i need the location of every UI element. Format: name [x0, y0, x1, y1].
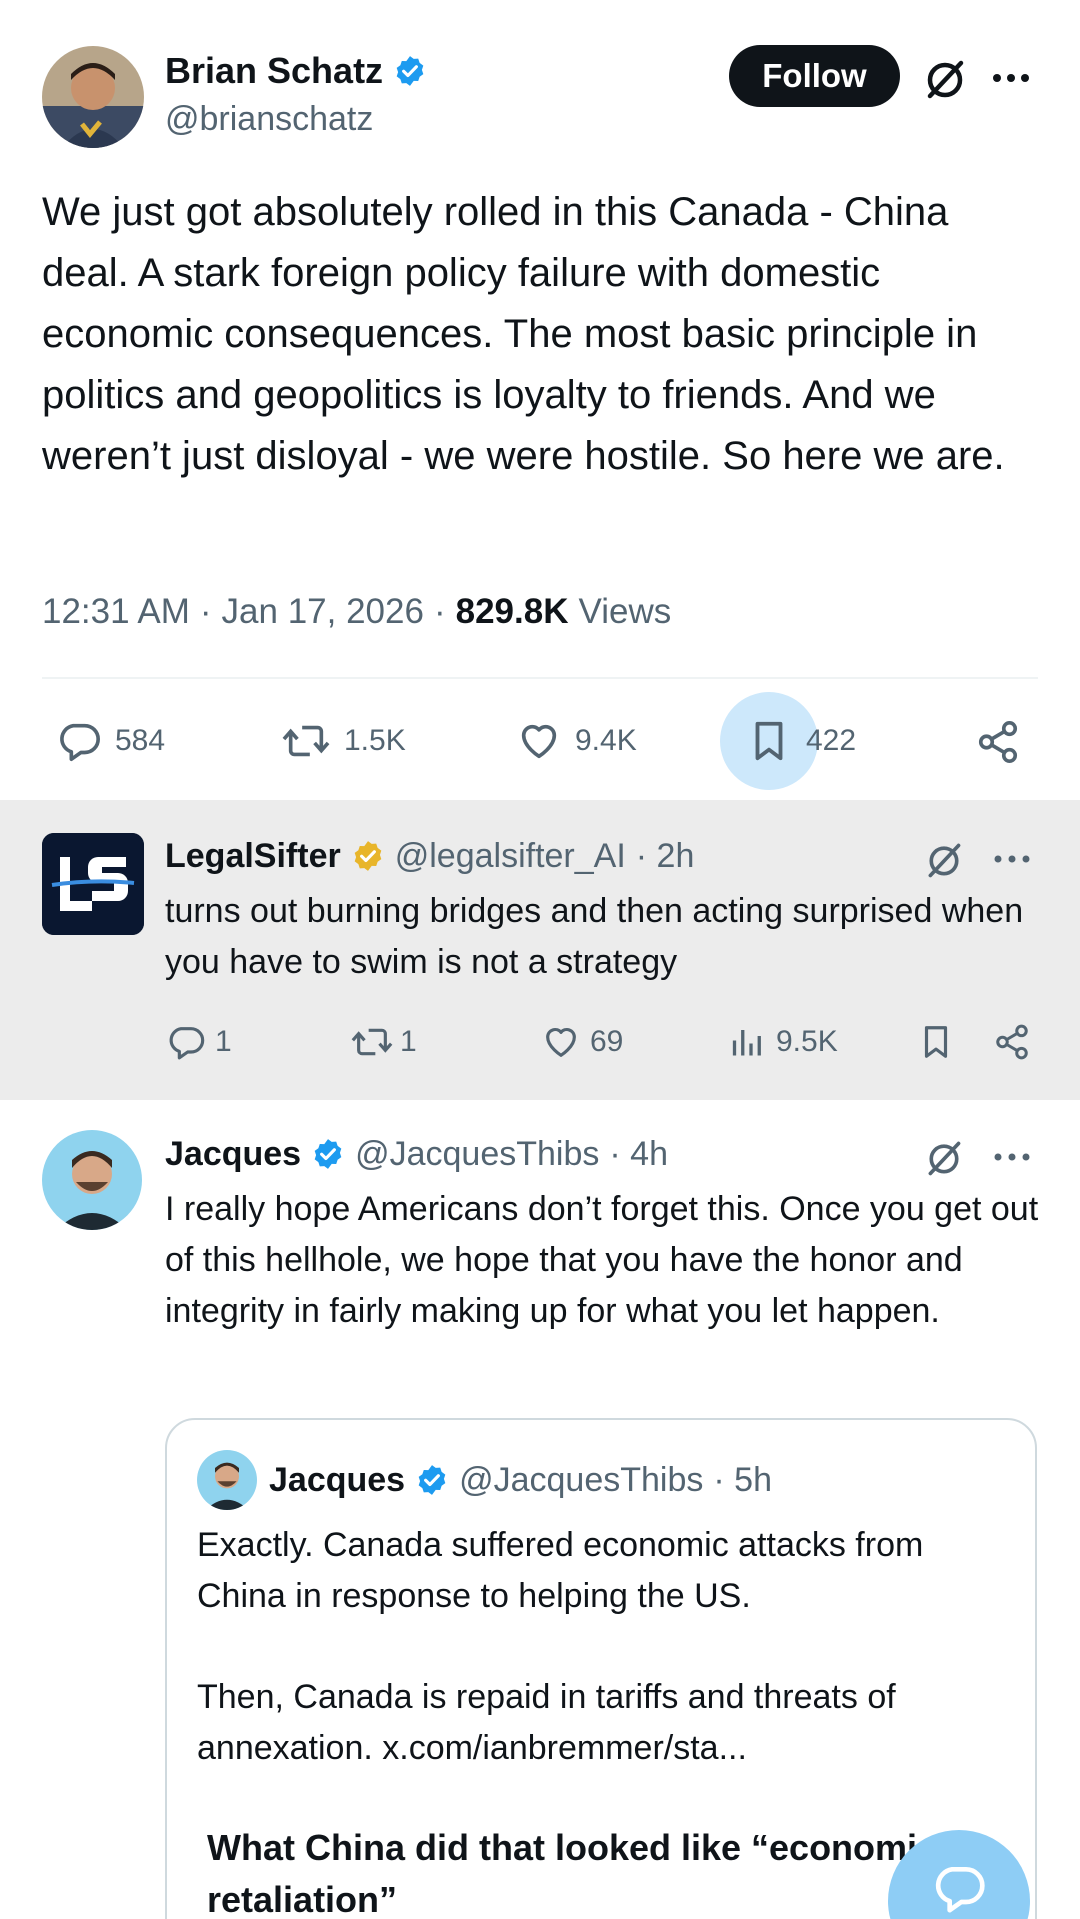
more-options-icon[interactable] — [992, 1142, 1032, 1172]
verified-badge-icon — [418, 1465, 446, 1495]
avatar[interactable] — [42, 1130, 142, 1230]
repost-count: 1 — [400, 1025, 417, 1058]
reply-header: LegalSifter @legalsifter_AI · 2h — [165, 834, 694, 878]
brian-schatz-avatar-image — [42, 46, 144, 148]
quoted-post[interactable]: Jacques @JacquesThibs · 5h Exactly. Cana… — [165, 1418, 1037, 1919]
views-action[interactable]: 9.5K — [730, 1020, 838, 1064]
heart-icon — [521, 724, 557, 759]
quoted-text-paragraph: Exactly. Canada suffered economic attack… — [197, 1526, 924, 1615]
like-action[interactable]: 9.4K — [515, 716, 637, 766]
reply-author-name[interactable]: Jacques — [165, 1135, 301, 1174]
avatar[interactable] — [42, 833, 144, 935]
post-date: Jan 17, 2026 — [221, 592, 424, 631]
reply-text: I really hope Americans don’t forget thi… — [165, 1190, 1039, 1330]
like-action[interactable]: 69 — [540, 1020, 623, 1064]
reply-icon — [60, 723, 100, 762]
avatar[interactable] — [42, 46, 144, 148]
legalsifter-logo-icon — [42, 833, 144, 935]
grok-icon[interactable] — [922, 838, 966, 882]
author-row: Brian Schatz — [165, 48, 427, 94]
post-time: 12:31 AM — [42, 592, 190, 631]
follow-button[interactable]: Follow — [729, 45, 900, 107]
reply-text: turns out burning bridges and then actin… — [165, 892, 1024, 981]
jacques-avatar-image — [197, 1450, 257, 1510]
author-name[interactable]: Brian Schatz — [165, 50, 383, 92]
jacques-avatar-image — [42, 1130, 142, 1230]
reply-legalsifter[interactable]: LegalSifter @legalsifter_AI · 2h turns o… — [0, 800, 1080, 1100]
main-post: Brian Schatz @brianschatz Follow We just… — [0, 0, 1080, 800]
grok-icon[interactable] — [922, 1136, 966, 1180]
analytics-icon — [732, 1030, 761, 1056]
more-options-icon[interactable] — [990, 60, 1032, 96]
grok-icon[interactable] — [922, 56, 968, 102]
verified-badge-icon — [314, 1139, 342, 1169]
quoted-author-name: Jacques — [269, 1460, 406, 1499]
views-label: Views — [578, 592, 672, 631]
quoted-avatar — [197, 1450, 257, 1510]
reply-author-name[interactable]: LegalSifter — [165, 837, 341, 876]
reply-time: · 4h — [609, 1134, 668, 1173]
bookmark-action[interactable]: 422 — [746, 716, 856, 766]
post-text: We just got absolutely rolled in this Ca… — [42, 190, 1005, 478]
more-options-icon[interactable] — [992, 844, 1032, 874]
author-handle[interactable]: @brianschatz — [165, 100, 373, 139]
reply-bubble-icon — [935, 1867, 985, 1913]
meta-separator: · — [433, 592, 446, 631]
like-count: 9.4K — [575, 724, 637, 757]
share-icon[interactable] — [992, 1022, 1032, 1062]
repost-action[interactable]: 1 — [350, 1020, 417, 1064]
bookmark-icon[interactable] — [916, 1022, 956, 1062]
quoted-heading: What China did that looked like “economi… — [207, 1827, 938, 1919]
meta-separator: · — [199, 592, 212, 631]
reply-action[interactable]: 584 — [55, 716, 165, 766]
verified-badge-icon — [396, 56, 424, 86]
views-count: 9.5K — [776, 1025, 838, 1058]
share-icon[interactable] — [974, 718, 1022, 766]
verified-gold-badge-icon — [354, 841, 382, 871]
bookmark-icon — [755, 721, 783, 761]
views-count: 829.8K — [455, 592, 569, 631]
repost-icon — [351, 1028, 393, 1056]
quoted-text-paragraph: Then, Canada is repaid in tariffs and th… — [197, 1678, 896, 1767]
reply-jacques[interactable]: Jacques @JacquesThibs · 4h I really hope… — [0, 1100, 1080, 1919]
repost-icon — [282, 725, 330, 757]
reply-count: 1 — [215, 1025, 232, 1058]
reply-count: 584 — [115, 724, 166, 757]
post-meta: 12:31 AM · Jan 17, 2026 · 829.8K Views — [42, 590, 671, 634]
reply-handle[interactable]: @JacquesThibs — [355, 1135, 599, 1174]
quoted-time: · 5h — [713, 1460, 772, 1499]
reply-icon — [169, 1027, 205, 1060]
divider — [42, 677, 1038, 679]
repost-count: 1.5K — [344, 724, 406, 757]
reply-header: Jacques @JacquesThibs · 4h — [165, 1132, 668, 1176]
quoted-handle: @JacquesThibs — [459, 1460, 704, 1499]
quoted-header: Jacques @JacquesThibs · 5h — [269, 1458, 772, 1502]
repost-action[interactable]: 1.5K — [280, 716, 406, 766]
bookmark-count: 422 — [806, 724, 857, 757]
reply-time: · 2h — [635, 836, 695, 875]
like-count: 69 — [590, 1025, 624, 1058]
heart-icon — [546, 1027, 576, 1057]
reply-action[interactable]: 1 — [165, 1020, 232, 1064]
reply-handle[interactable]: @legalsifter_AI — [395, 837, 626, 876]
